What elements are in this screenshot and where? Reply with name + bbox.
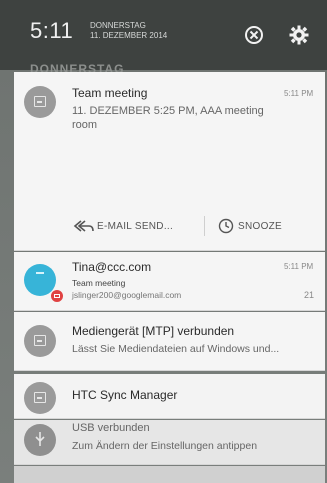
gear-icon[interactable] — [288, 24, 310, 46]
htc-sync-app-icon — [24, 382, 56, 414]
usb-media-app-icon — [24, 325, 56, 357]
status-header: 5:11 DONNERSTAG 11. DEZEMBER 2014 — [0, 0, 327, 70]
email-count: 21 — [304, 290, 315, 300]
action-separator — [204, 216, 205, 236]
htc-sync-title: HTC Sync Manager — [72, 388, 178, 402]
clear-all-icon[interactable] — [243, 24, 265, 46]
clock-time: 5:11 — [30, 18, 74, 43]
notification-usb[interactable]: USB verbunden Zum Ändern der Einstellung… — [14, 420, 325, 465]
notification-time: 5:11 PM — [284, 89, 314, 98]
email-send-label: E-MAIL SEND... — [97, 220, 174, 232]
bottom-strip — [14, 466, 325, 483]
notification-body-line2: room — [72, 119, 98, 131]
reply-all-icon — [73, 220, 94, 232]
notification-mtp[interactable]: Mediengerät [MTP] verbunden Lässt Sie Me… — [14, 312, 325, 371]
email-sender: Tina@ccc.com — [72, 260, 152, 274]
notification-actions: E-MAIL SEND... SNOOZE — [72, 214, 312, 238]
mail-badge-icon — [50, 289, 64, 303]
notification-htc-sync[interactable]: HTC Sync Manager — [14, 374, 325, 419]
usb-icon — [35, 432, 45, 446]
weekday-label: DONNERSTAG — [90, 21, 146, 30]
usb-body: Zum Ändern der Einstellungen antippen — [72, 440, 258, 452]
date-label: 11. DEZEMBER 2014 — [90, 31, 168, 40]
usb-title: USB verbunden — [72, 422, 150, 434]
clock-icon — [218, 218, 234, 234]
mtp-body: Lässt Sie Mediendateien auf Windows und.… — [72, 343, 280, 355]
snooze-label: SNOOZE — [238, 220, 283, 232]
notification-shade: 5:11 DONNERSTAG 11. DEZEMBER 2014 DONNER… — [0, 0, 327, 483]
snooze-action[interactable]: SNOOZE — [218, 214, 282, 238]
avatar-mark — [36, 272, 44, 274]
mtp-title: Mediengerät [MTP] verbunden — [72, 324, 235, 338]
calendar-app-icon — [24, 86, 56, 118]
email-subject: Team meeting — [72, 278, 126, 288]
email-address: jslinger200@googlemail.com — [72, 290, 182, 300]
usb-app-icon — [24, 424, 56, 456]
notification-title: Team meeting — [72, 86, 148, 100]
notification-body-line1: 11. DEZEMBER 5:25 PM, AAA meeting — [72, 105, 264, 117]
date-block: DONNERSTAG 11. DEZEMBER 2014 — [90, 21, 167, 41]
notification-email[interactable]: Tina@ccc.com 5:11 PM Team meeting jsling… — [14, 252, 325, 311]
email-send-action[interactable]: E-MAIL SEND... — [72, 214, 173, 238]
notification-calendar[interactable]: Team meeting 5:11 PM 11. DEZEMBER 5:25 P… — [14, 72, 325, 251]
email-time: 5:11 PM — [284, 262, 314, 271]
